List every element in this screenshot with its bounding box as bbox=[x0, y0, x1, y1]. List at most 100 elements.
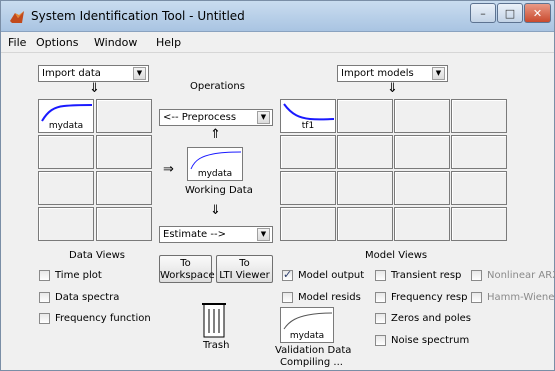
checkbox-label: Frequency resp bbox=[391, 292, 468, 303]
transient-resp-checkbox[interactable]: Transient resp bbox=[375, 270, 461, 281]
title-bar[interactable]: System Identification Tool - Untitled – … bbox=[1, 1, 554, 32]
up-arrow-icon: ⇑ bbox=[210, 127, 221, 142]
checkbox-box bbox=[471, 270, 482, 281]
validation-data-slot[interactable]: mydata bbox=[280, 307, 334, 343]
close-icon: ✕ bbox=[532, 6, 543, 20]
noise-spectrum-checkbox[interactable]: Noise spectrum bbox=[375, 335, 469, 346]
import-data-select[interactable]: Import data ▼ bbox=[38, 65, 149, 82]
model-slot-empty[interactable] bbox=[280, 135, 336, 169]
model-slot-empty[interactable] bbox=[394, 135, 450, 169]
model-slot-empty[interactable] bbox=[394, 171, 450, 205]
checkbox-box bbox=[375, 270, 386, 281]
status-text: Compiling ... bbox=[280, 357, 343, 368]
preprocess-value: <-- Preprocess bbox=[163, 112, 237, 123]
checkbox-box bbox=[375, 335, 386, 346]
chevron-down-icon: ▼ bbox=[432, 67, 445, 80]
frequency-function-checkbox[interactable]: Frequency function bbox=[39, 313, 151, 324]
working-data-label: Working Data bbox=[185, 185, 253, 196]
menu-bar: File Options Window Help bbox=[1, 32, 554, 53]
estimate-value: Estimate --> bbox=[163, 229, 226, 240]
menu-window[interactable]: Window bbox=[94, 36, 137, 49]
model-output-checkbox[interactable]: Model output bbox=[282, 268, 364, 281]
estimate-select[interactable]: Estimate --> ▼ bbox=[159, 226, 273, 243]
model-curve-icon bbox=[283, 103, 335, 121]
trash-icon[interactable] bbox=[202, 301, 226, 339]
model-slot-empty[interactable] bbox=[337, 135, 393, 169]
checkbox-label: Hamm-Wiener bbox=[487, 292, 555, 303]
model-resids-checkbox[interactable]: Model resids bbox=[282, 292, 361, 303]
zeros-poles-checkbox[interactable]: Zeros and poles bbox=[375, 313, 471, 324]
checkbox-box bbox=[282, 268, 293, 281]
model-slot-empty[interactable] bbox=[451, 207, 507, 241]
checkbox-label: Zeros and poles bbox=[391, 313, 471, 324]
model-slot-empty[interactable] bbox=[280, 171, 336, 205]
menu-options[interactable]: Options bbox=[36, 36, 78, 49]
model-slot-empty[interactable] bbox=[394, 99, 450, 133]
checkbox-box bbox=[375, 313, 386, 324]
preprocess-select[interactable]: <-- Preprocess ▼ bbox=[159, 109, 273, 126]
checkbox-box bbox=[39, 270, 50, 281]
close-button[interactable]: ✕ bbox=[524, 3, 551, 23]
nonlinear-arx-checkbox[interactable]: Nonlinear ARX bbox=[471, 270, 555, 281]
model-slot-empty[interactable] bbox=[337, 171, 393, 205]
checkbox-box bbox=[471, 292, 482, 303]
chevron-down-icon: ▼ bbox=[257, 111, 270, 124]
to-lti-line1: To bbox=[239, 258, 250, 269]
app-window: System Identification Tool - Untitled – … bbox=[0, 0, 555, 371]
maximize-icon: □ bbox=[504, 6, 516, 20]
matlab-logo-icon bbox=[10, 11, 24, 23]
time-plot-checkbox[interactable]: Time plot bbox=[39, 270, 102, 281]
menu-file[interactable]: File bbox=[8, 36, 26, 49]
import-data-value: Import data bbox=[42, 68, 101, 79]
down-arrow-icon: ⇓ bbox=[210, 203, 221, 218]
minimize-button[interactable]: – bbox=[470, 3, 496, 23]
data-slot-empty[interactable] bbox=[96, 207, 152, 241]
data-slot-empty[interactable] bbox=[96, 135, 152, 169]
checkbox-box bbox=[375, 292, 386, 303]
to-workspace-button[interactable]: To Workspace bbox=[159, 255, 215, 283]
model-slot-empty[interactable] bbox=[394, 207, 450, 241]
down-arrow-icon: ⇓ bbox=[89, 81, 100, 96]
model-slot-empty[interactable] bbox=[337, 99, 393, 133]
down-arrow-icon: ⇓ bbox=[387, 81, 398, 96]
working-data-slot-label: mydata bbox=[197, 169, 233, 179]
model-slot-empty[interactable] bbox=[337, 207, 393, 241]
frequency-resp-checkbox[interactable]: Frequency resp bbox=[375, 292, 467, 303]
checkbox-label: Model resids bbox=[298, 292, 361, 303]
checkbox-box bbox=[39, 292, 50, 303]
validation-data-label: Validation Data bbox=[275, 345, 352, 356]
data-slot-empty[interactable] bbox=[38, 207, 94, 241]
hamm-wiener-checkbox[interactable]: Hamm-Wiener bbox=[471, 292, 555, 303]
checkbox-box bbox=[282, 292, 293, 303]
chevron-down-icon: ▼ bbox=[257, 228, 270, 241]
model-slot-empty[interactable] bbox=[451, 171, 507, 205]
data-slot-empty[interactable] bbox=[38, 135, 94, 169]
checkbox-label: Transient resp bbox=[391, 270, 462, 281]
checkbox-label: Frequency function bbox=[55, 313, 151, 324]
minimize-icon: – bbox=[480, 6, 486, 20]
import-models-value: Import models bbox=[341, 68, 414, 79]
data-spectra-checkbox[interactable]: Data spectra bbox=[39, 292, 119, 303]
to-lti-viewer-button[interactable]: To LTI Viewer bbox=[216, 255, 273, 283]
import-models-select[interactable]: Import models ▼ bbox=[337, 65, 448, 82]
data-slot-mydata[interactable]: mydata bbox=[38, 99, 94, 133]
window-title: System Identification Tool - Untitled bbox=[31, 9, 245, 23]
data-slot-empty[interactable] bbox=[96, 99, 152, 133]
data-slot-empty[interactable] bbox=[38, 171, 94, 205]
menu-help[interactable]: Help bbox=[156, 36, 181, 49]
checkbox-label: Nonlinear ARX bbox=[487, 270, 555, 281]
working-data-slot[interactable]: mydata bbox=[187, 147, 243, 181]
maximize-button[interactable]: □ bbox=[497, 3, 523, 23]
trash-label: Trash bbox=[203, 340, 230, 351]
model-slot-empty[interactable] bbox=[451, 135, 507, 169]
model-slot-tf1[interactable]: tf1 bbox=[280, 99, 336, 133]
model-slot-label: tf1 bbox=[301, 121, 315, 131]
chevron-down-icon: ▼ bbox=[133, 67, 146, 80]
model-views-label: Model Views bbox=[365, 250, 428, 261]
data-slot-empty[interactable] bbox=[96, 171, 152, 205]
model-slot-empty[interactable] bbox=[280, 207, 336, 241]
to-workspace-line1: To bbox=[180, 258, 191, 269]
to-lti-line2: LTI Viewer bbox=[219, 270, 270, 281]
model-slot-empty[interactable] bbox=[451, 99, 507, 133]
to-workspace-line2: Workspace bbox=[160, 270, 215, 281]
